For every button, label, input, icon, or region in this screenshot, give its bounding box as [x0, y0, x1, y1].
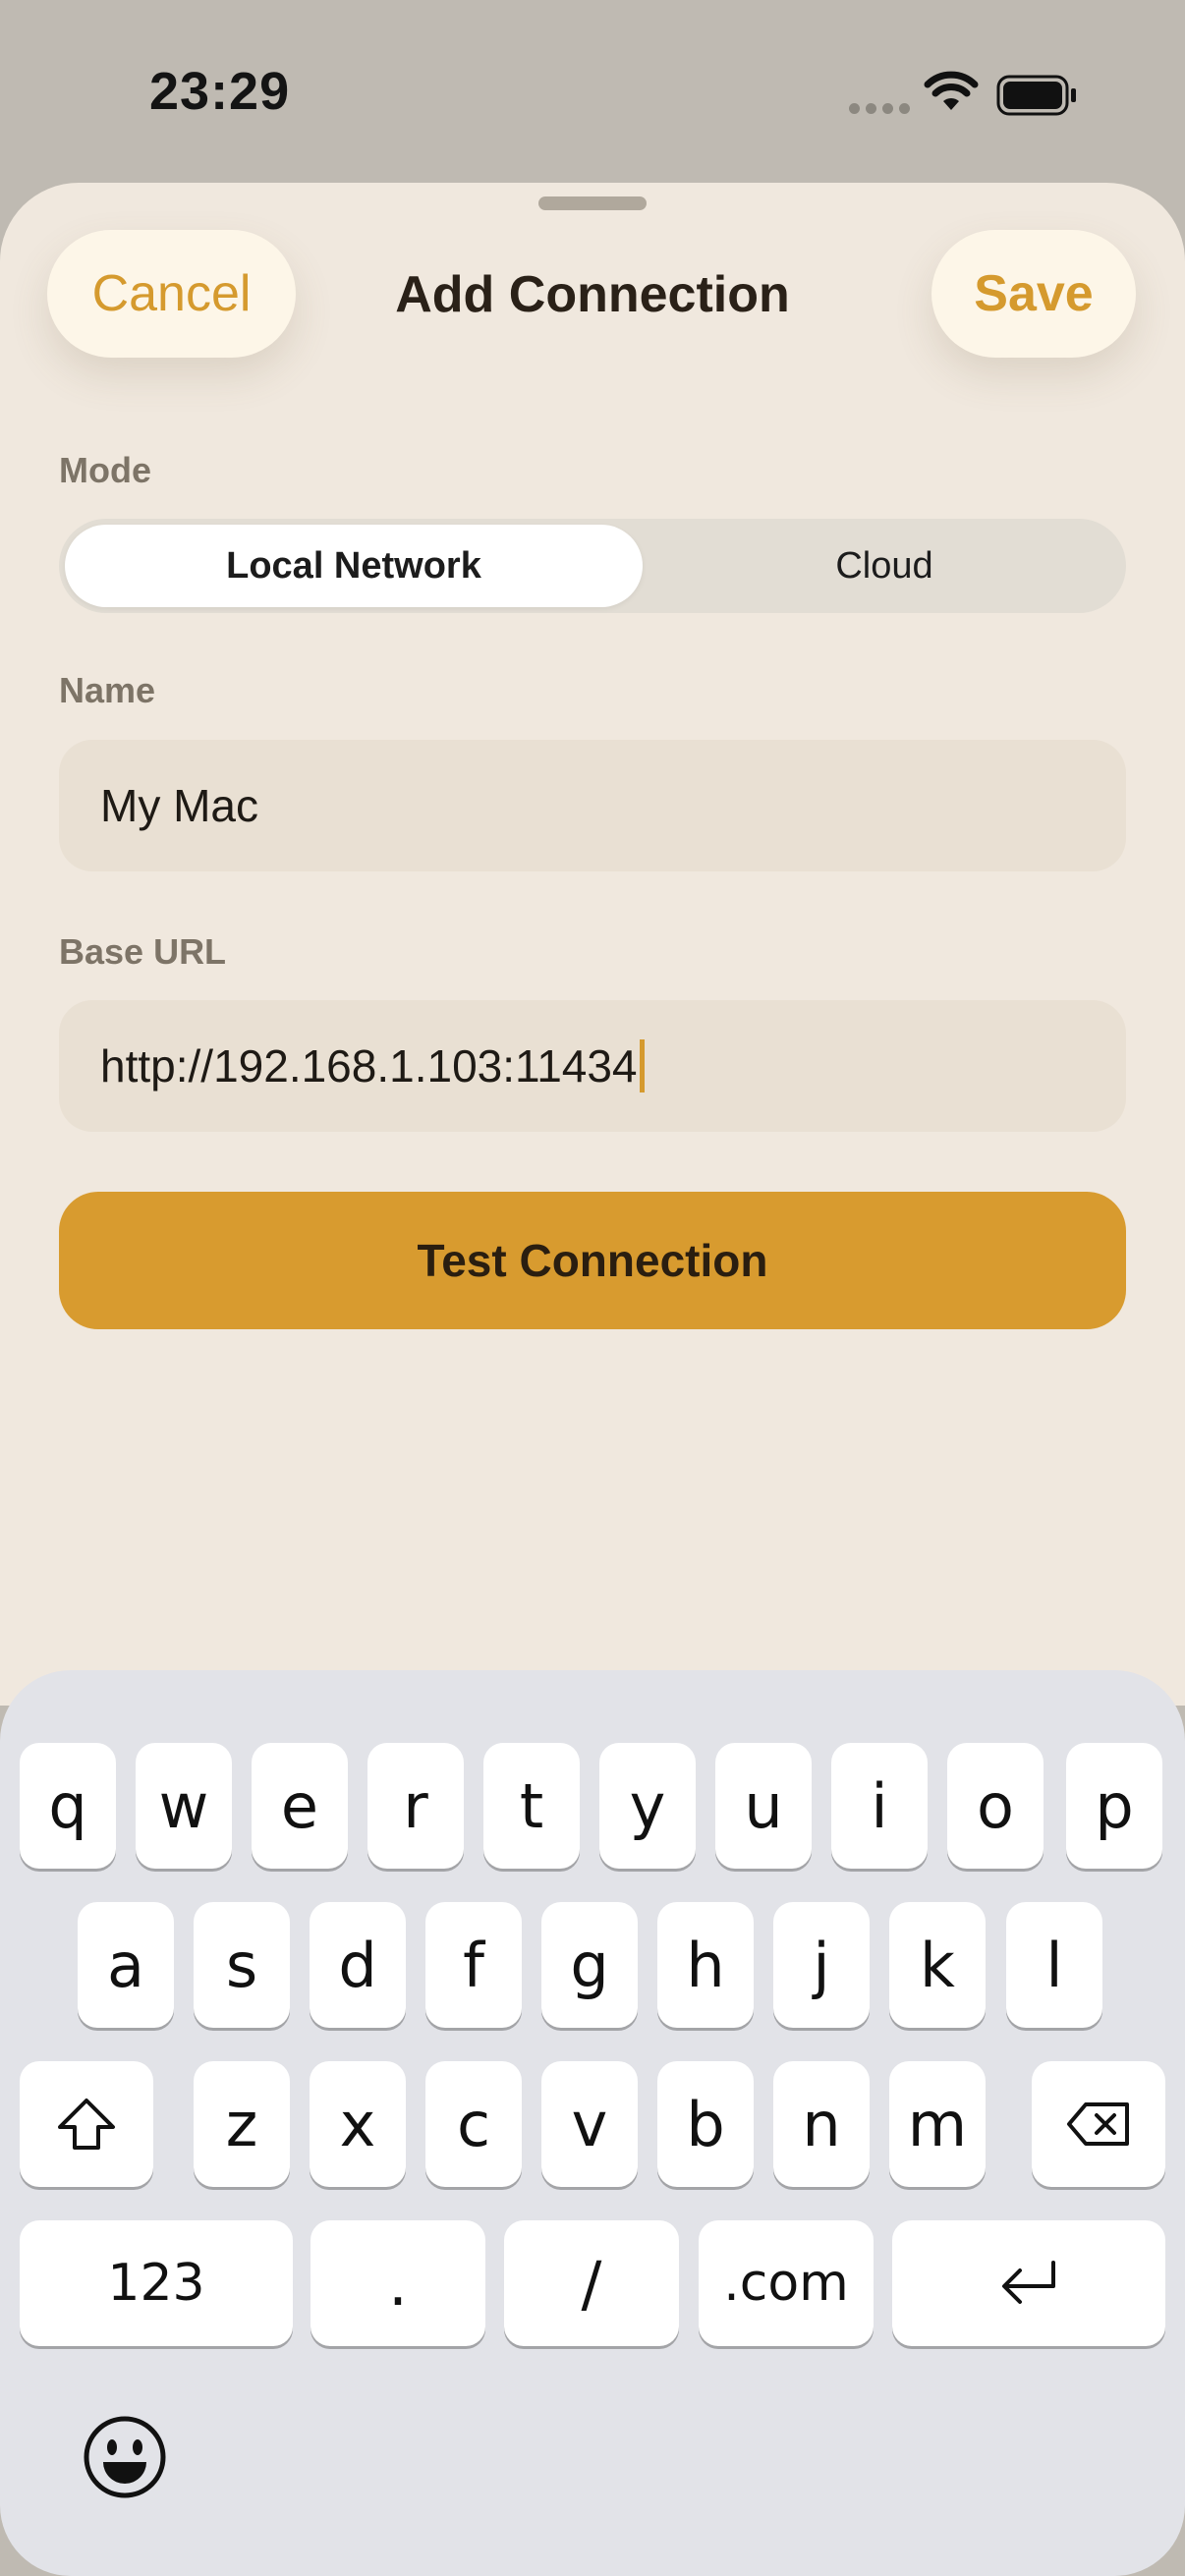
key-o[interactable]: o: [947, 1743, 1044, 1869]
key-p[interactable]: p: [1066, 1743, 1162, 1869]
key-n[interactable]: n: [773, 2061, 870, 2187]
key-y[interactable]: y: [599, 1743, 696, 1869]
save-button[interactable]: Save: [931, 230, 1136, 358]
key-r[interactable]: r: [367, 1743, 464, 1869]
key-z[interactable]: z: [194, 2061, 290, 2187]
key-i[interactable]: i: [831, 1743, 928, 1869]
key-h[interactable]: h: [657, 1902, 754, 2028]
return-key[interactable]: [892, 2220, 1165, 2346]
text-cursor: [639, 1039, 645, 1092]
key-a[interactable]: a: [78, 1902, 174, 2028]
mode-label: Mode: [59, 450, 151, 490]
key-u[interactable]: u: [715, 1743, 812, 1869]
dotcom-key[interactable]: .com: [699, 2220, 874, 2346]
key-g[interactable]: g: [541, 1902, 638, 2028]
key-d[interactable]: d: [310, 1902, 406, 2028]
sheet-grabber[interactable]: [538, 196, 647, 210]
key-t[interactable]: t: [483, 1743, 580, 1869]
key-m[interactable]: m: [889, 2061, 986, 2187]
wifi-icon: [924, 71, 979, 110]
add-connection-sheet: Cancel Add Connection Save Mode Local Ne…: [0, 183, 1185, 1706]
shift-key[interactable]: [20, 2061, 153, 2187]
cellular-dots-icon: [849, 103, 910, 114]
status-time: 23:29: [149, 62, 291, 121]
key-l[interactable]: l: [1006, 1902, 1102, 2028]
key-x[interactable]: x: [310, 2061, 406, 2187]
key-j[interactable]: j: [773, 1902, 870, 2028]
key-f[interactable]: f: [425, 1902, 522, 2028]
return-icon: [1002, 2261, 1055, 2304]
base-url-field[interactable]: http://192.168.1.103:11434: [59, 1000, 1126, 1132]
key-s[interactable]: s: [194, 1902, 290, 2028]
key-q[interactable]: q: [20, 1743, 116, 1869]
shift-icon: [58, 2099, 115, 2150]
dot-key[interactable]: .: [310, 2220, 485, 2346]
base-url-field-value: http://192.168.1.103:11434: [100, 1040, 638, 1092]
mode-option-local-network[interactable]: Local Network: [65, 525, 643, 607]
key-b[interactable]: b: [657, 2061, 754, 2187]
emoji-button[interactable]: [83, 2415, 167, 2504]
mode-segmented-control[interactable]: Local Network Cloud: [59, 519, 1126, 613]
key-v[interactable]: v: [541, 2061, 638, 2187]
key-k[interactable]: k: [889, 1902, 986, 2028]
name-field-value: My Mac: [100, 780, 258, 831]
slash-key[interactable]: /: [504, 2220, 679, 2346]
name-label: Name: [59, 670, 156, 710]
mode-option-cloud[interactable]: Cloud: [643, 519, 1126, 613]
key-c[interactable]: c: [425, 2061, 522, 2187]
status-bar: 23:29: [0, 0, 1185, 182]
delete-icon: [1067, 2102, 1129, 2146]
keyboard: q w e r t y u i o p a s d f g h j k l z …: [0, 1670, 1185, 2576]
key-w[interactable]: w: [136, 1743, 232, 1869]
delete-key[interactable]: [1032, 2061, 1165, 2187]
name-field[interactable]: My Mac: [59, 740, 1126, 871]
emoji-icon: [84, 2416, 166, 2498]
base-url-label: Base URL: [59, 931, 227, 972]
test-connection-button[interactable]: Test Connection: [59, 1192, 1126, 1329]
battery-icon: [996, 75, 1076, 116]
key-e[interactable]: e: [252, 1743, 348, 1869]
numbers-key[interactable]: 123: [20, 2220, 293, 2346]
